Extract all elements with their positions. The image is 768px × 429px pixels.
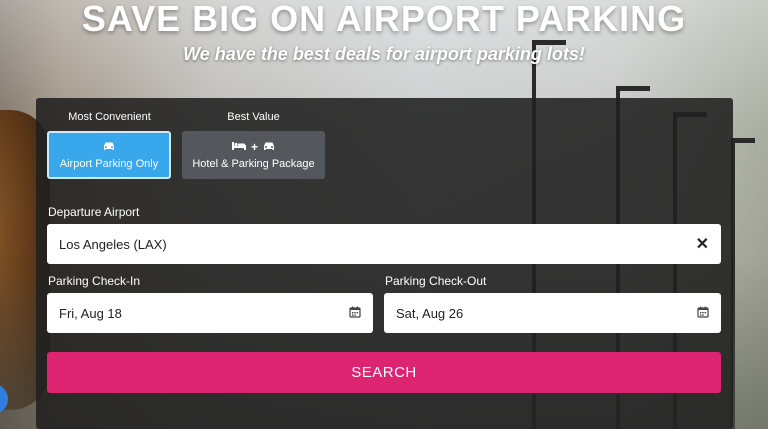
bed-icon [231, 140, 247, 154]
hero-title: SAVE BIG ON AIRPORT PARKING [81, 0, 687, 39]
hero-subtitle: We have the best deals for airport parki… [183, 44, 585, 64]
calendar-icon[interactable] [349, 306, 361, 321]
option-caption-best-value: Best Value [227, 111, 280, 123]
departure-airport-input[interactable]: Los Angeles (LAX) ✕ [47, 224, 721, 264]
checkin-date-input[interactable]: Fri, Aug 18 [47, 293, 373, 333]
car-icon [102, 140, 116, 154]
departure-label: Departure Airport [48, 205, 140, 219]
plus-sign: + [250, 140, 258, 154]
search-button[interactable]: SEARCH [47, 352, 721, 393]
checkin-value: Fri, Aug 18 [59, 305, 122, 321]
search-panel: Most Convenient Airport Parking Only Bes… [36, 98, 733, 429]
checkin-label: Parking Check-In [48, 274, 141, 288]
option-hotel-parking-package[interactable]: + Hotel & Parking Package [182, 131, 325, 179]
option-label: Hotel & Parking Package [192, 158, 315, 170]
option-airport-parking-only[interactable]: Airport Parking Only [47, 131, 171, 179]
car-icon [262, 140, 276, 154]
checkout-value: Sat, Aug 26 [396, 305, 464, 321]
close-icon[interactable]: ✕ [696, 234, 709, 254]
checkout-label: Parking Check-Out [385, 274, 487, 288]
option-label: Airport Parking Only [59, 158, 159, 170]
checkout-date-input[interactable]: Sat, Aug 26 [384, 293, 721, 333]
departure-value: Los Angeles (LAX) [59, 236, 167, 252]
option-caption-convenient: Most Convenient [68, 111, 151, 123]
calendar-icon[interactable] [697, 306, 709, 321]
